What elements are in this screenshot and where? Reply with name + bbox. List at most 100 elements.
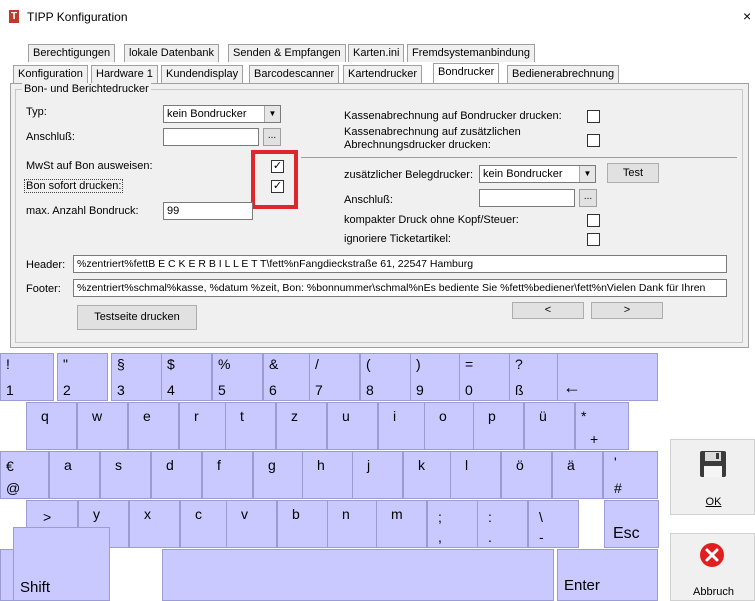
key-n[interactable]: n (327, 500, 378, 548)
key-p[interactable]: p (473, 402, 524, 450)
key-2[interactable]: " 2 (57, 353, 108, 401)
typ-value: kein Bondrucker (167, 108, 247, 120)
key-r[interactable]: r (179, 402, 230, 450)
key-i[interactable]: i (378, 402, 429, 450)
key-sz[interactable]: ? ß (509, 353, 560, 401)
key-u[interactable]: u (327, 402, 378, 450)
header-label: Header: (26, 259, 66, 271)
tab-kartendrucker[interactable]: Kartendrucker (343, 65, 423, 83)
cancel-icon (700, 543, 724, 567)
space-key[interactable] (162, 549, 554, 601)
key-k[interactable]: k (403, 451, 454, 499)
key-5[interactable]: % 5 (212, 353, 263, 401)
esc-key[interactable]: Esc (604, 500, 659, 548)
key-semicolon[interactable]: ;, (427, 500, 478, 548)
key-oe[interactable]: ö (501, 451, 552, 499)
tab-lokale-datenbank[interactable]: lokale Datenbank (124, 44, 220, 62)
zus-beleg-label: zusätzlicher Belegdrucker: (344, 169, 474, 181)
zus-beleg-value: kein Bondrucker (483, 168, 563, 180)
key-ue[interactable]: ü (524, 402, 575, 450)
enter-key[interactable]: Enter (557, 549, 658, 601)
tab-kundendisplay[interactable]: Kundendisplay (161, 65, 244, 83)
anschluss-field[interactable] (163, 128, 259, 146)
key-9[interactable]: ) 9 (410, 353, 461, 401)
test-button[interactable]: Test (607, 163, 659, 183)
title-bar: T TIPP Konfiguration × (0, 0, 755, 34)
key-z[interactable]: z (276, 402, 327, 450)
backspace-key[interactable]: ← (557, 353, 658, 401)
nav-prev-button[interactable]: < (512, 302, 584, 319)
save-icon (700, 451, 726, 477)
ok-button[interactable]: OK (670, 439, 755, 515)
key-a[interactable]: a (49, 451, 100, 499)
key-l[interactable]: l (450, 451, 501, 499)
testseite-button[interactable]: Testseite drucken (77, 305, 197, 330)
max-bondruck-field[interactable]: 99 (163, 202, 253, 220)
header-field[interactable]: %zentriert%fettB E C K E R B I L L E T T… (73, 255, 727, 273)
kasse-zus-label-1: Kassenabrechnung auf zusätzlichen (344, 126, 521, 138)
key-0[interactable]: = 0 (459, 353, 510, 401)
anschluss-browse-button[interactable]: ... (263, 128, 281, 146)
key-j[interactable]: j (352, 451, 403, 499)
key-1[interactable]: ! 1 (0, 353, 54, 401)
key-colon[interactable]: :. (477, 500, 528, 548)
tab-karten-ini[interactable]: Karten.ini (348, 44, 405, 62)
key-ae[interactable]: ä (552, 451, 603, 499)
cancel-button[interactable]: Abbruch (670, 533, 755, 601)
anschluss-label: Anschluß: (26, 131, 75, 143)
zus-anschluss-field[interactable] (479, 189, 575, 207)
zus-beleg-dropdown[interactable]: kein Bondrucker ▼ (479, 165, 596, 183)
tab-barcodescanner[interactable]: Barcodescanner (249, 65, 340, 83)
key-7[interactable]: /7 (309, 353, 360, 401)
key-v[interactable]: v (226, 500, 277, 548)
tab-konfiguration[interactable]: Konfiguration (13, 65, 88, 83)
key-4[interactable]: $4 (161, 353, 212, 401)
key-plus[interactable]: * + (575, 402, 629, 450)
highlight-box (251, 150, 298, 209)
kasse-bondrucker-checkbox[interactable] (587, 110, 600, 123)
ignoriere-checkbox[interactable] (587, 233, 600, 246)
ok-label: OK (705, 496, 722, 508)
close-icon[interactable]: × (743, 8, 751, 24)
key-6[interactable]: & 6 (263, 353, 314, 401)
key-e[interactable]: e (128, 402, 179, 450)
tab-bedienerabrechnung[interactable]: Bedienerabrechnung (507, 65, 620, 83)
kasse-zus-checkbox[interactable] (587, 134, 600, 147)
kompakt-checkbox[interactable] (587, 214, 600, 227)
key-f[interactable]: f (202, 451, 253, 499)
key-euro[interactable]: € @ (0, 451, 49, 499)
max-bondruck-label: max. Anzahl Bondruck: (26, 205, 139, 217)
key-m[interactable]: m (376, 500, 427, 548)
key-c[interactable]: c (180, 500, 231, 548)
footer-field[interactable]: %zentriert%schmal%kasse, %datum %zeit, B… (73, 279, 727, 297)
key-q[interactable]: q (26, 402, 77, 450)
key-h[interactable]: h (302, 451, 353, 499)
key-d[interactable]: d (151, 451, 202, 499)
kasse-zus-label-2: Abrechnungsdrucker drucken: (344, 139, 491, 151)
key-minus[interactable]: \ - (528, 500, 579, 548)
nav-next-button[interactable]: > (591, 302, 663, 319)
chevron-down-icon[interactable]: ▼ (264, 106, 280, 122)
tab-bondrucker[interactable]: Bondrucker (433, 63, 500, 84)
tab-fremdsystemanbindung[interactable]: Fremdsystemanbindung (407, 44, 536, 62)
typ-dropdown[interactable]: kein Bondrucker ▼ (163, 105, 281, 123)
key-8[interactable]: (8 (360, 353, 411, 401)
tab-senden-empfangen[interactable]: Senden & Empfangen (228, 44, 346, 62)
footer-label: Footer: (26, 283, 61, 295)
key-t[interactable]: t (225, 402, 276, 450)
tab-hardware-1[interactable]: Hardware 1 (91, 65, 158, 83)
key-w[interactable]: w (77, 402, 128, 450)
shift-key[interactable]: Shift (13, 527, 110, 601)
tab-berechtigungen[interactable]: Berechtigungen (28, 44, 116, 62)
zus-anschluss-browse-button[interactable]: ... (579, 189, 597, 207)
key-g[interactable]: g (253, 451, 304, 499)
key-hash[interactable]: ' # (603, 451, 658, 499)
key-b[interactable]: b (277, 500, 328, 548)
shift-key-edge[interactable] (0, 549, 13, 601)
key-s[interactable]: s (100, 451, 151, 499)
chevron-down-icon[interactable]: ▼ (579, 166, 595, 182)
key-x[interactable]: x (129, 500, 180, 548)
key-3[interactable]: § 3 (111, 353, 162, 401)
app-icon: T (9, 10, 19, 23)
key-o[interactable]: o (424, 402, 475, 450)
